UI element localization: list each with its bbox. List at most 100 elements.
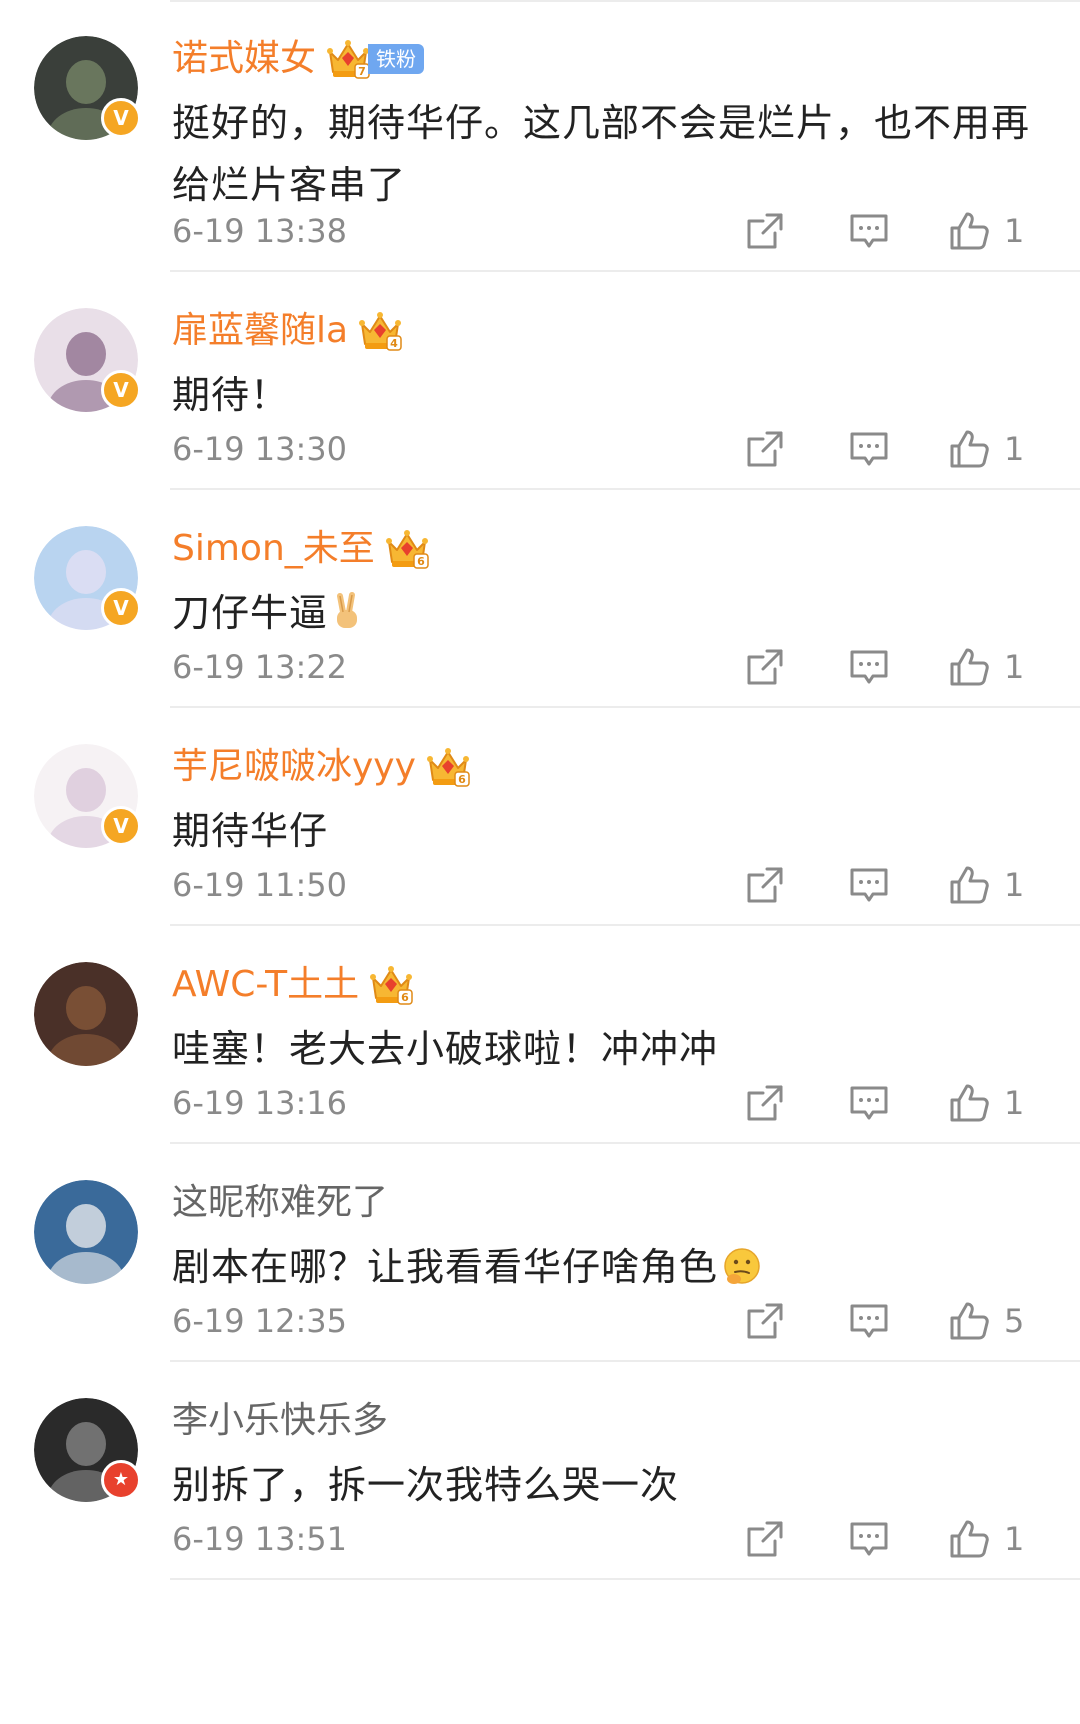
vip-crown-icon: 6 bbox=[426, 748, 470, 787]
comment-body: 哇塞！老大去小破球啦！冲冲冲 bbox=[172, 1027, 719, 1071]
repost-button[interactable] bbox=[740, 1296, 790, 1346]
svg-text:6: 6 bbox=[417, 555, 425, 568]
username[interactable]: Simon_未至 bbox=[172, 524, 375, 574]
like-count: 1 bbox=[1004, 212, 1025, 250]
comment-item: ★ 李小乐快乐多 别拆了，拆一次我特么哭一次 6-19 13:51 1 bbox=[0, 1362, 1080, 1580]
fan-tag-badge: 铁粉 bbox=[368, 44, 425, 74]
thinking-face-icon bbox=[722, 1242, 762, 1304]
svg-text:4: 4 bbox=[390, 337, 398, 350]
reply-button[interactable] bbox=[844, 206, 894, 256]
like-button[interactable]: 1 bbox=[948, 210, 1050, 252]
reply-button[interactable] bbox=[844, 1296, 894, 1346]
svg-text:7: 7 bbox=[358, 65, 366, 78]
share-icon bbox=[747, 867, 783, 903]
comment-text: 期待华仔 bbox=[172, 800, 1052, 862]
avatar[interactable]: V bbox=[34, 36, 141, 140]
comment-footer: 6-19 13:30 1 bbox=[172, 424, 1050, 474]
comment-icon bbox=[850, 868, 888, 902]
like-button[interactable]: 1 bbox=[948, 428, 1050, 470]
like-button[interactable]: 5 bbox=[948, 1300, 1050, 1342]
username[interactable]: 李小乐快乐多 bbox=[172, 1396, 388, 1446]
avatar-image bbox=[34, 962, 138, 1066]
repost-button[interactable] bbox=[740, 424, 790, 474]
avatar-image bbox=[34, 1180, 138, 1284]
repost-button[interactable] bbox=[740, 206, 790, 256]
avatar[interactable]: V bbox=[34, 526, 141, 630]
username[interactable]: 扉蓝馨随la bbox=[172, 306, 348, 356]
thumbs-up-icon bbox=[950, 430, 989, 468]
avatar[interactable] bbox=[34, 962, 138, 1066]
thumbs-up-icon bbox=[950, 1084, 989, 1122]
comment-icon bbox=[850, 1304, 888, 1338]
reply-button[interactable] bbox=[844, 860, 894, 910]
timestamp: 6-19 13:22 bbox=[172, 648, 348, 686]
reply-button[interactable] bbox=[844, 642, 894, 692]
comment-item: AWC-T土土 6 哇塞！老大去小破球啦！冲冲冲 6-19 13:16 1 bbox=[0, 926, 1080, 1144]
comment-icon bbox=[850, 214, 888, 248]
comment-actions: 5 bbox=[740, 1296, 1050, 1346]
repost-button[interactable] bbox=[740, 1514, 790, 1564]
like-count: 1 bbox=[1004, 648, 1025, 686]
thumbs-up-icon bbox=[950, 1302, 989, 1340]
comment-list: V 诺式媒女 7 铁粉 挺好的，期待华仔。这几部不会是烂片，也不用再给烂片客串了… bbox=[0, 0, 1080, 1580]
username[interactable]: 芋尼啵啵冰yyy bbox=[172, 742, 416, 792]
like-button[interactable]: 1 bbox=[948, 646, 1050, 688]
comment-item: 这昵称难死了 剧本在哪？让我看看华仔啥角色 6-19 12:35 5 bbox=[0, 1144, 1080, 1362]
repost-button[interactable] bbox=[740, 860, 790, 910]
thumbs-up-icon bbox=[950, 1520, 989, 1558]
comment-icon bbox=[850, 432, 888, 466]
share-icon bbox=[747, 1085, 783, 1121]
name-row: Simon_未至 6 bbox=[172, 524, 429, 574]
like-button[interactable]: 1 bbox=[948, 1518, 1050, 1560]
avatar[interactable]: V bbox=[34, 308, 141, 412]
verified-badge-icon: V bbox=[101, 588, 141, 628]
like-button[interactable]: 1 bbox=[948, 1082, 1050, 1124]
share-icon bbox=[747, 649, 783, 685]
comment-text: 挺好的，期待华仔。这几部不会是烂片，也不用再给烂片客串了 bbox=[172, 92, 1052, 216]
avatar[interactable]: ★ bbox=[34, 1398, 141, 1502]
comment-actions: 1 bbox=[740, 860, 1050, 910]
comment-icon bbox=[850, 1086, 888, 1120]
vip-crown-icon: 7 bbox=[327, 40, 370, 79]
name-row: 扉蓝馨随la 4 bbox=[172, 306, 402, 356]
verified-badge-icon: V bbox=[101, 806, 141, 846]
verified-badge-icon: V bbox=[101, 98, 141, 138]
comment-body: 剧本在哪？让我看看华仔啥角色 bbox=[172, 1245, 719, 1289]
like-count: 5 bbox=[1004, 1302, 1025, 1340]
comment-item: V 扉蓝馨随la 4 期待！ 6-19 13:30 1 bbox=[0, 272, 1080, 490]
comment-item: V Simon_未至 6 刀仔牛逼 6-19 13:22 1 bbox=[0, 490, 1080, 708]
share-icon bbox=[747, 1521, 783, 1557]
comment-item: V 芋尼啵啵冰yyy 6 期待华仔 6-19 11:50 1 bbox=[0, 708, 1080, 926]
verified-badge-icon: V bbox=[101, 370, 141, 410]
comment-actions: 1 bbox=[740, 424, 1050, 474]
reply-button[interactable] bbox=[844, 1514, 894, 1564]
comment-icon bbox=[850, 650, 888, 684]
comment-text: 刀仔牛逼 bbox=[172, 582, 1052, 650]
comment-divider bbox=[170, 1578, 1080, 1580]
reply-button[interactable] bbox=[844, 424, 894, 474]
comment-footer: 6-19 13:51 1 bbox=[172, 1514, 1050, 1564]
svg-text:6: 6 bbox=[458, 773, 466, 786]
avatar[interactable] bbox=[34, 1180, 138, 1284]
reply-button[interactable] bbox=[844, 1078, 894, 1128]
username[interactable]: 这昵称难死了 bbox=[172, 1178, 388, 1228]
comment-body: 期待！ bbox=[172, 373, 290, 417]
thumbs-up-icon bbox=[950, 866, 989, 904]
comment-actions: 1 bbox=[740, 1078, 1050, 1128]
comment-footer: 6-19 12:35 5 bbox=[172, 1296, 1050, 1346]
name-row: AWC-T土土 6 bbox=[172, 960, 413, 1010]
svg-text:6: 6 bbox=[401, 991, 409, 1004]
username[interactable]: 诺式媒女 bbox=[172, 34, 316, 84]
repost-button[interactable] bbox=[740, 642, 790, 692]
repost-button[interactable] bbox=[740, 1078, 790, 1128]
avatar[interactable]: V bbox=[34, 744, 141, 848]
username[interactable]: AWC-T土土 bbox=[172, 960, 359, 1010]
comment-actions: 1 bbox=[740, 1514, 1050, 1564]
official-badge-icon: ★ bbox=[101, 1460, 141, 1500]
comment-item: V 诺式媒女 7 铁粉 挺好的，期待华仔。这几部不会是烂片，也不用再给烂片客串了… bbox=[0, 0, 1080, 272]
timestamp: 6-19 13:16 bbox=[172, 1084, 348, 1122]
like-button[interactable]: 1 bbox=[948, 864, 1050, 906]
comment-footer: 6-19 13:16 1 bbox=[172, 1078, 1050, 1128]
comment-body: 别拆了，拆一次我特么哭一次 bbox=[172, 1463, 680, 1507]
share-icon bbox=[747, 213, 783, 249]
